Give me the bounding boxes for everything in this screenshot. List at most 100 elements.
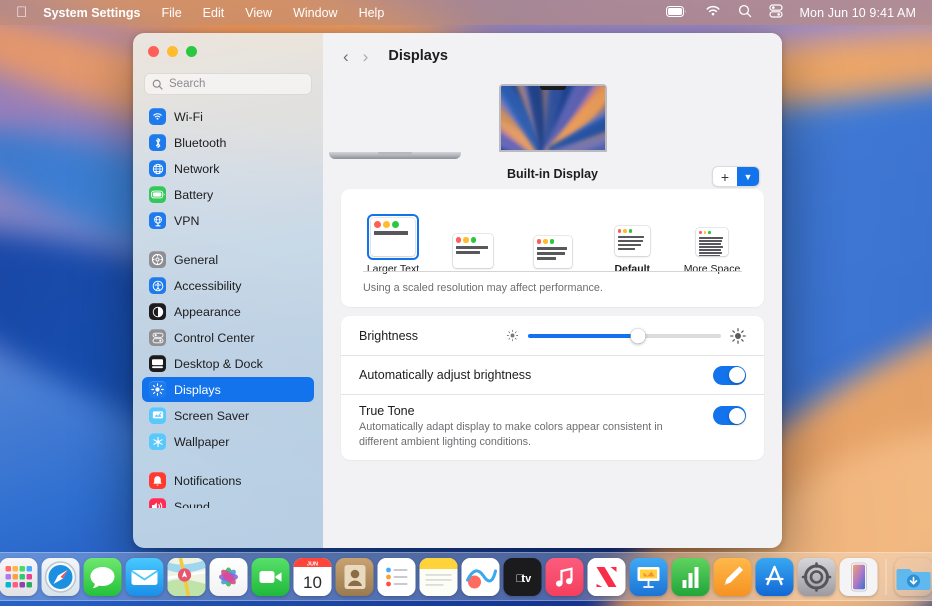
search-placeholder: Search: [169, 78, 205, 90]
dock-item-launchpad[interactable]: [0, 558, 38, 596]
search-container: Search: [133, 73, 323, 104]
sidebar-item-desktop-dock[interactable]: Desktop & Dock: [142, 351, 314, 376]
display-wallpaper: [501, 86, 605, 150]
sidebar-item-notifications[interactable]: Notifications: [142, 468, 314, 493]
resolution-option-larger-text[interactable]: Larger Text: [363, 206, 423, 275]
add-display-button[interactable]: +: [713, 167, 737, 186]
page-title: Displays: [388, 48, 448, 64]
resolution-thumbnail-holder: [602, 206, 662, 256]
displays-icon: [149, 381, 166, 398]
desktop:  System Settings File Edit View Window …: [0, 0, 932, 606]
menu-item-view[interactable]: View: [245, 6, 272, 20]
dock-item-messages[interactable]: [84, 558, 122, 596]
thumbnail-text-lines: [371, 230, 415, 235]
sidebar-item-general[interactable]: General: [142, 247, 314, 272]
control-center-icon[interactable]: [769, 4, 783, 21]
dock-item-calendar[interactable]: JUN10: [294, 558, 332, 596]
display-name: Built-in Display: [341, 167, 764, 181]
dock-item-news[interactable]: [588, 558, 626, 596]
zoom-button[interactable]: [186, 46, 197, 57]
sidebar-item-displays[interactable]: Displays: [142, 377, 314, 402]
vpn-icon: [149, 212, 166, 229]
resolution-thumbnail: [615, 226, 650, 256]
dock-item-mail[interactable]: [126, 558, 164, 596]
dock-item-music[interactable]: [546, 558, 584, 596]
thumbnail-text-lines: [615, 235, 650, 250]
menu-item-edit[interactable]: Edit: [203, 6, 225, 20]
bluetooth-icon: [149, 134, 166, 151]
sidebar-item-control-center[interactable]: Control Center: [142, 325, 314, 350]
dock-item-freeform[interactable]: [462, 558, 500, 596]
sidebar-item-label: Screen Saver: [174, 409, 249, 423]
dock-item-maps[interactable]: [168, 558, 206, 596]
sidebar-item-wi-fi[interactable]: Wi-Fi: [142, 104, 314, 129]
search-icon: [152, 79, 163, 90]
notifications-icon: [149, 472, 166, 489]
desktop-dock-icon: [149, 355, 166, 372]
resolution-thumbnail-holder: [443, 218, 503, 268]
add-display-button-group[interactable]: + ▼: [712, 166, 760, 187]
sidebar-list[interactable]: Wi-FiBluetooth Network BatteryVPN General Ac…: [133, 104, 323, 508]
sidebar-item-vpn[interactable]: VPN: [142, 208, 314, 233]
brightness-knob[interactable]: [631, 328, 646, 343]
dock-item-contacts[interactable]: [336, 558, 374, 596]
dock-item-downloads-folder[interactable]: [895, 558, 932, 596]
dock-item-safari[interactable]: [42, 558, 80, 596]
dock-item-photos[interactable]: [210, 558, 248, 596]
dock-item-iphone-mirroring[interactable]: [840, 558, 878, 596]
dock-item-facetime[interactable]: [252, 558, 290, 596]
menu-bar-clock[interactable]: Mon Jun 10 9:41 AM: [800, 6, 916, 20]
resolution-option-2[interactable]: [443, 218, 503, 275]
sidebar-item-bluetooth[interactable]: Bluetooth: [142, 130, 314, 155]
brightness-track[interactable]: [528, 334, 721, 338]
dock-item-notes[interactable]: [420, 558, 458, 596]
dock-item-appstore[interactable]: [756, 558, 794, 596]
minimize-button[interactable]: [167, 46, 178, 57]
sidebar-item-network[interactable]: Network: [142, 156, 314, 181]
sound-icon: [149, 498, 166, 508]
true-tone-description: Automatically adapt display to make colo…: [359, 420, 689, 449]
forward-button[interactable]: ›: [363, 48, 369, 65]
wifi-icon[interactable]: [705, 5, 721, 20]
resolution-option-more-space[interactable]: More Space: [682, 206, 742, 275]
resolution-option-default[interactable]: Default: [602, 206, 662, 275]
brightness-label: Brightness: [359, 329, 418, 343]
search-icon[interactable]: [738, 4, 752, 21]
close-button[interactable]: [148, 46, 159, 57]
brightness-row: Brightness: [341, 316, 764, 355]
dock-item-system-settings[interactable]: [798, 558, 836, 596]
thumbnail-traffic-dots: [696, 228, 728, 236]
brightness-slider[interactable]: [506, 328, 746, 344]
dock-item-keynote[interactable]: [630, 558, 668, 596]
svg-text:JUN: JUN: [307, 561, 318, 567]
sidebar-item-label: Displays: [174, 383, 221, 397]
sidebar-item-sound[interactable]: Sound: [142, 494, 314, 508]
sidebar-item-accessibility[interactable]: Accessibility: [142, 273, 314, 298]
sidebar-item-battery[interactable]: Battery: [142, 182, 314, 207]
battery-icon[interactable]: [666, 6, 688, 20]
menu-item-system-settings[interactable]: System Settings: [43, 6, 140, 20]
sidebar-item-label: Network: [174, 162, 219, 176]
menu-item-window[interactable]: Window: [293, 6, 337, 20]
sidebar-item-wallpaper[interactable]: Wallpaper: [142, 429, 314, 454]
resolution-note: Using a scaled resolution may affect per…: [341, 282, 764, 307]
resolution-option-3[interactable]: [523, 218, 583, 275]
dock-item-numbers[interactable]: [672, 558, 710, 596]
dock-item-pages[interactable]: [714, 558, 752, 596]
menu-item-file[interactable]: File: [162, 6, 182, 20]
sidebar-item-label: Wallpaper: [174, 435, 229, 449]
dock-item-reminders[interactable]: [378, 558, 416, 596]
search-field[interactable]: Search: [144, 73, 312, 95]
sidebar-item-screen-saver[interactable]: Screen Saver: [142, 403, 314, 428]
sidebar-item-appearance[interactable]: Appearance: [142, 299, 314, 324]
macbook-illustration[interactable]: [499, 84, 607, 152]
auto-brightness-toggle[interactable]: [713, 366, 746, 385]
dock-item-appletv[interactable]: tv: [504, 558, 542, 596]
content-toolbar: ‹ › Displays: [323, 33, 782, 79]
apple-logo-icon[interactable]: : [16, 5, 27, 20]
true-tone-toggle[interactable]: [713, 406, 746, 425]
back-button[interactable]: ‹: [343, 48, 349, 65]
sidebar-item-label: Accessibility: [174, 279, 241, 293]
menu-item-help[interactable]: Help: [359, 6, 385, 20]
chevron-down-icon[interactable]: ▼: [737, 167, 759, 186]
